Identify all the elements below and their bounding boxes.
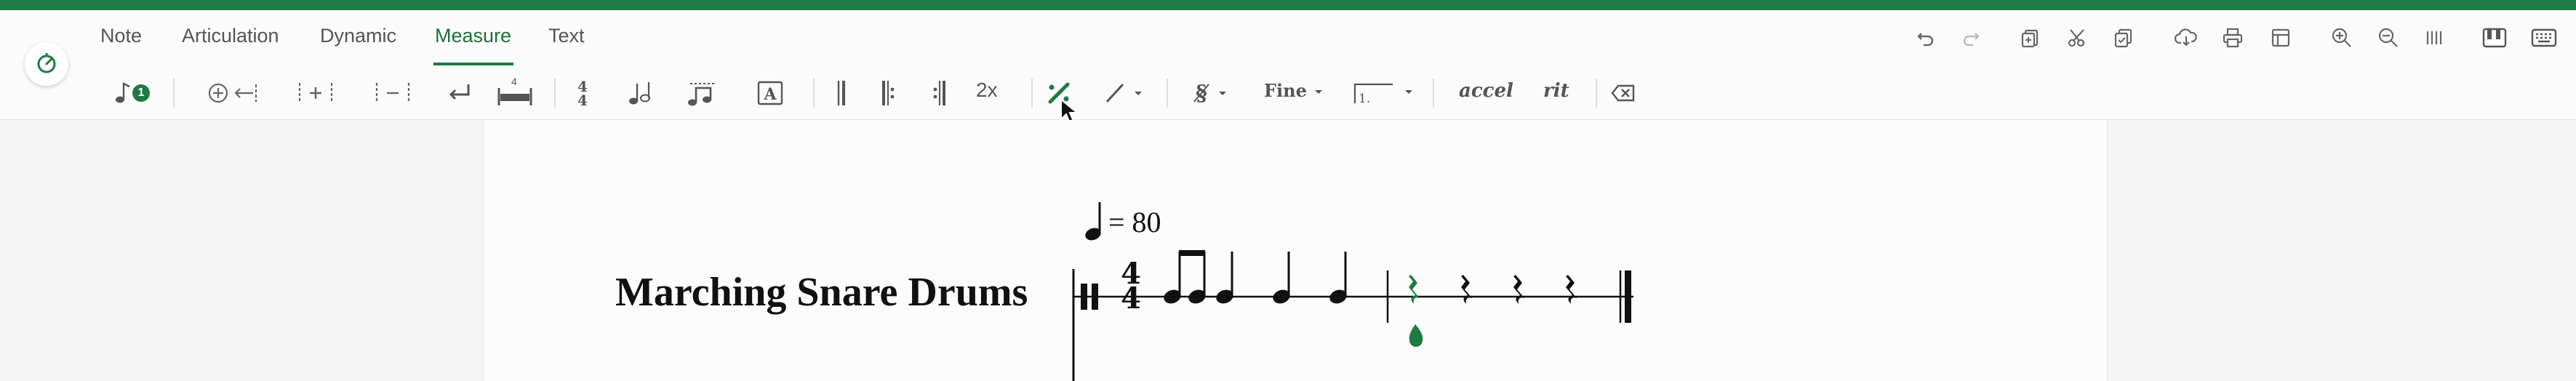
metronome-icon (34, 50, 59, 79)
quarter-rest (1566, 275, 1577, 304)
time-signature-bottom: 4 (1121, 281, 1141, 316)
quarter-note (1216, 252, 1233, 304)
beam (1179, 250, 1205, 256)
eighth-note (1188, 252, 1206, 304)
percussion-clef (1092, 284, 1098, 310)
input-cursor-droplet (1409, 324, 1423, 347)
percussion-clef (1081, 284, 1087, 310)
quarter-note (1329, 252, 1347, 304)
time-signature[interactable]: 4 4 (1116, 260, 1145, 316)
staff[interactable] (0, 0, 2576, 381)
metronome-button[interactable] (25, 42, 68, 86)
quarter-rest (1513, 275, 1524, 304)
selected-quarter-rest (1409, 275, 1420, 304)
eighth-note (1164, 252, 1181, 304)
quarter-note (1273, 252, 1290, 304)
quarter-rest (1461, 275, 1472, 304)
final-barline-thick (1625, 270, 1631, 323)
